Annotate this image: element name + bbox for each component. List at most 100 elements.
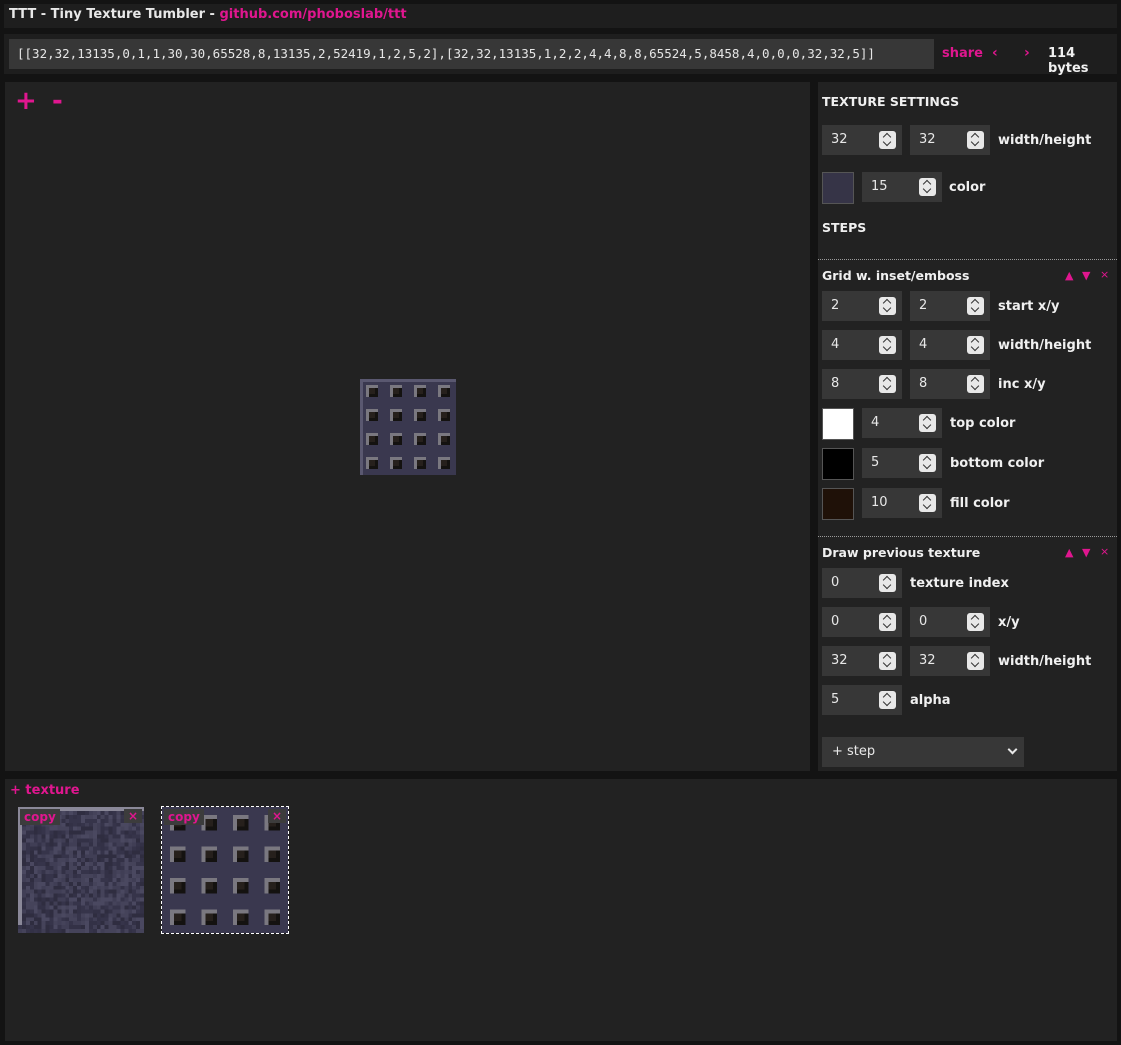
grid-size-label: width/height (998, 338, 1092, 353)
settings-panel: TEXTURE SETTINGS 32 32 width/height 15 c… (818, 82, 1117, 771)
add-texture-button[interactable]: + texture (10, 783, 80, 798)
texture-index-input[interactable]: 0 (822, 568, 902, 598)
draw-xy-label: x/y (998, 615, 1020, 630)
spinner-icon[interactable] (879, 297, 896, 315)
code-bar: [[32,32,13135,0,1,1,30,30,65528,8,13135,… (4, 34, 1117, 76)
start-x-value: 2 (831, 298, 840, 313)
texture-thumbnail-selected[interactable]: copy × (161, 806, 289, 934)
texture-preview (360, 379, 456, 475)
alpha-label: alpha (910, 693, 951, 708)
next-button[interactable]: › (1024, 45, 1030, 61)
remove-step-icon[interactable]: × (1100, 545, 1109, 558)
add-step-label: + step (832, 744, 876, 759)
spinner-icon[interactable] (919, 414, 936, 432)
canvas-area: + - (5, 82, 810, 771)
spinner-icon[interactable] (967, 297, 984, 315)
fill-color-value: 10 (871, 495, 888, 510)
grid-texture-image (162, 807, 288, 933)
top-color-swatch[interactable] (822, 408, 854, 440)
noise-texture-image (18, 807, 144, 933)
spinner-icon[interactable] (919, 178, 936, 196)
spinner-icon[interactable] (879, 336, 896, 354)
zoom-in-button[interactable]: + (15, 86, 37, 116)
app-title: TTT - Tiny Texture Tumbler - (9, 7, 220, 22)
draw-y-value: 0 (919, 614, 928, 629)
inc-x-value: 8 (831, 376, 840, 391)
texture-color-input[interactable]: 15 (862, 172, 942, 202)
grid-step-title: Grid w. inset/emboss (822, 268, 970, 283)
spinner-icon[interactable] (919, 454, 936, 472)
move-up-icon[interactable]: ▲ (1065, 546, 1073, 559)
texture-width-value: 32 (831, 132, 848, 147)
texture-height-input[interactable]: 32 (910, 125, 990, 155)
inc-y-input[interactable]: 8 (910, 369, 990, 399)
zoom-out-button[interactable]: - (52, 86, 63, 116)
step-divider (818, 536, 1117, 537)
copy-texture-button[interactable]: copy (164, 809, 204, 825)
spinner-icon[interactable] (967, 131, 984, 149)
draw-width-input[interactable]: 32 (822, 646, 902, 676)
inc-x-input[interactable]: 8 (822, 369, 902, 399)
start-y-value: 2 (919, 298, 928, 313)
fill-color-swatch[interactable] (822, 488, 854, 520)
draw-x-input[interactable]: 0 (822, 607, 902, 637)
spinner-icon[interactable] (879, 574, 896, 592)
draw-height-input[interactable]: 32 (910, 646, 990, 676)
texture-size-label: width/height (998, 133, 1092, 148)
previous-button[interactable]: ‹ (992, 45, 998, 61)
top-color-input[interactable]: 4 (862, 408, 942, 438)
spinner-icon[interactable] (967, 375, 984, 393)
remove-step-icon[interactable]: × (1100, 268, 1109, 281)
texture-color-value: 15 (871, 179, 888, 194)
spinner-icon[interactable] (879, 131, 896, 149)
spinner-icon[interactable] (967, 652, 984, 670)
move-up-icon[interactable]: ▲ (1065, 269, 1073, 282)
alpha-input[interactable]: 5 (822, 685, 902, 715)
texture-code-input[interactable]: [[32,32,13135,0,1,1,30,30,65528,8,13135,… (9, 39, 934, 69)
texture-width-input[interactable]: 32 (822, 125, 902, 155)
grid-height-value: 4 (919, 337, 928, 352)
spinner-icon[interactable] (879, 375, 896, 393)
github-link[interactable]: github.com/phoboslab/ttt (219, 7, 406, 22)
steps-title: STEPS (822, 220, 867, 235)
start-label: start x/y (998, 299, 1060, 314)
grid-height-input[interactable]: 4 (910, 330, 990, 360)
top-color-label: top color (950, 416, 1016, 431)
copy-texture-button[interactable]: copy (20, 809, 60, 825)
bottom-color-input[interactable]: 5 (862, 448, 942, 478)
fill-color-input[interactable]: 10 (862, 488, 942, 518)
spinner-icon[interactable] (879, 691, 896, 709)
bottom-color-value: 5 (871, 455, 880, 470)
draw-size-label: width/height (998, 654, 1092, 669)
close-icon[interactable]: × (267, 809, 286, 823)
start-x-input[interactable]: 2 (822, 291, 902, 321)
chevron-down-icon (1007, 744, 1018, 755)
inc-label: inc x/y (998, 377, 1046, 392)
top-color-value: 4 (871, 415, 880, 430)
spinner-icon[interactable] (879, 613, 896, 631)
step-divider (818, 259, 1117, 260)
grid-width-input[interactable]: 4 (822, 330, 902, 360)
move-down-icon[interactable]: ▼ (1082, 546, 1090, 559)
texture-index-value: 0 (831, 575, 840, 590)
inc-y-value: 8 (919, 376, 928, 391)
texture-settings-title: TEXTURE SETTINGS (822, 94, 960, 109)
texture-height-value: 32 (919, 132, 936, 147)
move-down-icon[interactable]: ▼ (1082, 269, 1090, 282)
spinner-icon[interactable] (967, 613, 984, 631)
spinner-icon[interactable] (879, 652, 896, 670)
spinner-icon[interactable] (967, 336, 984, 354)
close-icon[interactable]: × (123, 809, 142, 823)
add-step-select[interactable]: + step (822, 737, 1024, 767)
texture-color-swatch[interactable] (822, 172, 854, 204)
start-y-input[interactable]: 2 (910, 291, 990, 321)
draw-y-input[interactable]: 0 (910, 607, 990, 637)
spinner-icon[interactable] (919, 494, 936, 512)
share-button[interactable]: share (942, 46, 983, 61)
bottom-color-swatch[interactable] (822, 448, 854, 480)
texture-color-label: color (949, 180, 986, 195)
draw-width-value: 32 (831, 653, 848, 668)
grid-width-value: 4 (831, 337, 840, 352)
texture-thumbnail[interactable]: copy × (18, 807, 144, 933)
alpha-value: 5 (831, 692, 840, 707)
